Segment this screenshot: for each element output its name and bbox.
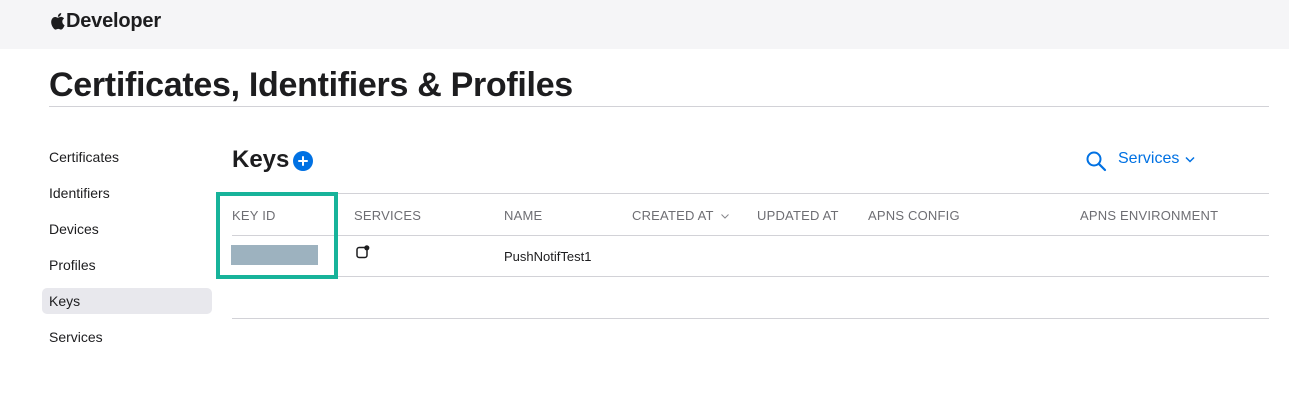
key-name[interactable]: PushNotifTest1 [504, 249, 591, 264]
developer-home-link[interactable]: Developer [50, 10, 161, 33]
brand-label: Developer [66, 10, 161, 32]
sidebar-item-profiles[interactable]: Profiles [42, 252, 212, 278]
column-header-name: NAME [504, 208, 543, 223]
sidebar-item-services[interactable]: Services [42, 324, 212, 350]
column-header-apns-config: APNS CONFIG [868, 208, 960, 223]
row-divider [232, 276, 1269, 277]
table-top-divider [232, 193, 1269, 194]
sidebar-item-certificates[interactable]: Certificates [42, 144, 212, 170]
sidebar-item-devices[interactable]: Devices [42, 216, 212, 242]
section-title: Keys [232, 146, 290, 173]
column-header-created-at[interactable]: CREATED AT [632, 208, 730, 223]
top-nav-bar: Developer [0, 0, 1289, 49]
page-title: Certificates, Identifiers & Profiles [49, 66, 573, 104]
column-header-services: SERVICES [354, 208, 422, 223]
plus-circle-icon [298, 156, 308, 166]
filter-label: Services [1118, 150, 1180, 167]
sort-descending-icon [721, 214, 730, 219]
sidebar-item-identifiers[interactable]: Identifiers [42, 180, 212, 206]
chevron-down-icon [1185, 156, 1195, 163]
key-id-highlight-box [216, 192, 338, 279]
column-header-apns-environment: APNS ENVIRONMENT [1080, 208, 1219, 223]
title-divider [49, 106, 1269, 107]
column-header-created-at-label: CREATED AT [632, 208, 714, 223]
push-notification-icon [356, 245, 370, 259]
table-bottom-divider [232, 318, 1269, 319]
add-key-button[interactable] [293, 151, 313, 171]
sidebar-nav: Certificates Identifiers Devices Profile… [42, 144, 212, 360]
sidebar-item-keys[interactable]: Keys [42, 288, 212, 314]
column-header-updated-at: UPDATED AT [757, 208, 839, 223]
apple-logo-icon [51, 12, 65, 30]
services-filter-dropdown[interactable]: Services [1118, 150, 1195, 168]
header-divider [232, 235, 1269, 236]
search-icon[interactable] [1085, 150, 1107, 172]
